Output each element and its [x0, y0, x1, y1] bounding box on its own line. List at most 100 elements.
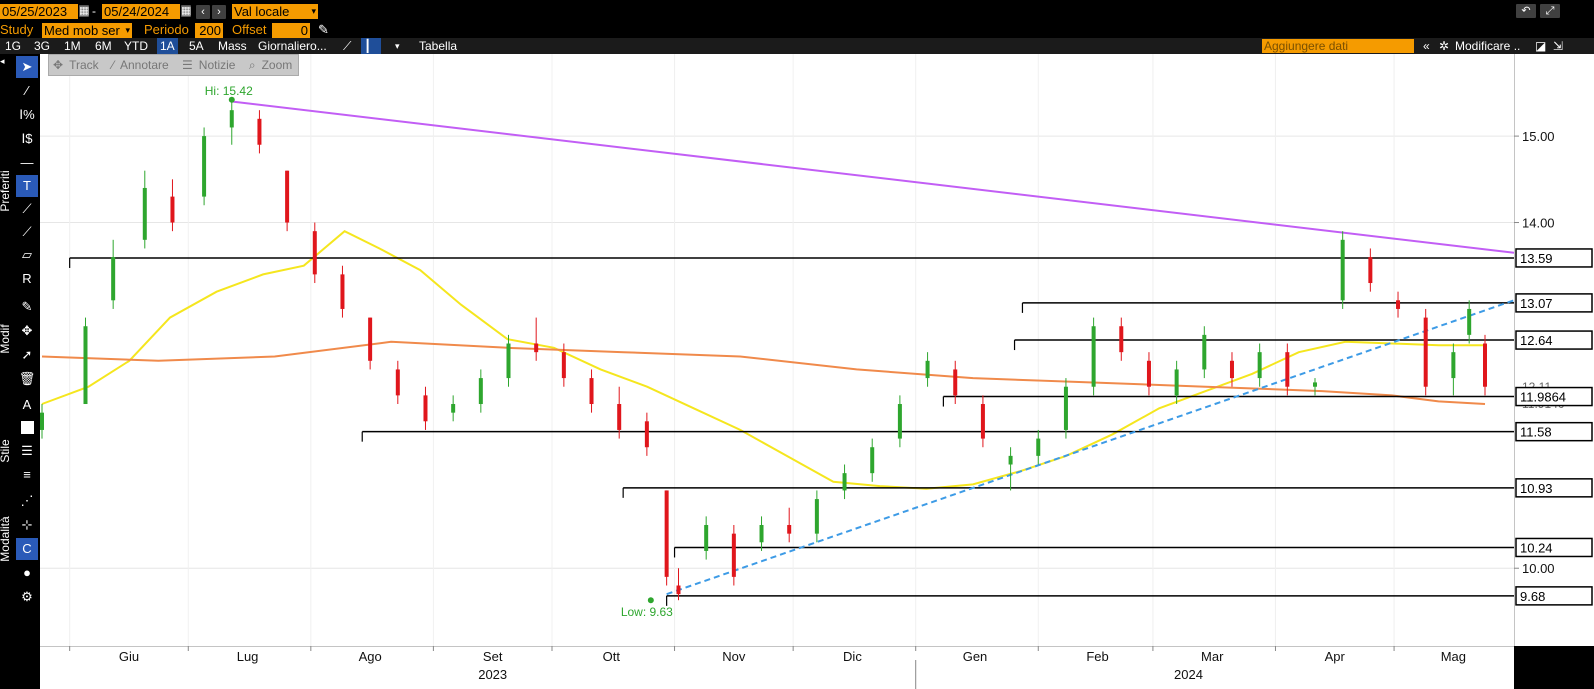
color-swatch-icon[interactable] [16, 416, 38, 438]
candlestick [1368, 248, 1373, 292]
tab-5a[interactable]: 5A [186, 38, 207, 54]
palette-icon[interactable]: ● [16, 562, 38, 584]
settings-gear-icon[interactable]: ⚙ [16, 586, 38, 608]
retracement-icon[interactable]: R [16, 268, 38, 290]
candle-body [478, 378, 483, 405]
candle-body [423, 395, 428, 422]
candlestick [1285, 343, 1290, 396]
channel-icon[interactable]: ▱ [16, 244, 38, 266]
line-chart-icon[interactable]: ⟋ [340, 38, 354, 54]
fullscreen-icon[interactable]: ⤢ [1540, 4, 1560, 18]
track-button[interactable]: Track [69, 55, 105, 75]
snap-icon[interactable]: ⊹ [16, 514, 38, 536]
ray-icon[interactable]: ⟋ [16, 221, 38, 243]
candle-body [40, 412, 44, 430]
dashed-mode-icon[interactable]: ⋰ [16, 490, 38, 512]
candle-body [561, 352, 566, 379]
month-label: Gen [963, 649, 988, 664]
candle-body [676, 585, 681, 595]
add-data-input[interactable]: Aggiungere dati [1262, 39, 1414, 53]
line-width-icon[interactable]: ☰ [16, 440, 38, 462]
text-style-icon[interactable]: A [16, 394, 38, 416]
trendline-icon[interactable]: ⟋ [16, 198, 38, 220]
level-price-label: 13.07 [1520, 296, 1553, 311]
candle-body [1368, 257, 1373, 284]
price-chart: Hi: 15.42 Low: 9.63 [40, 54, 1514, 646]
next-arrow-icon[interactable]: › [212, 5, 226, 19]
end-date-field[interactable]: 05/24/2024 [102, 4, 180, 19]
candlestick [589, 369, 594, 413]
edit-icon[interactable]: ◪ [1532, 38, 1549, 54]
prev-arrow-icon[interactable]: ‹ [196, 5, 210, 19]
offset-input[interactable]: 0 [272, 23, 310, 38]
currency-select[interactable]: Val locale ▾ [232, 4, 318, 19]
y-tick-label: 14.00 [1522, 216, 1555, 231]
cursor-icon[interactable]: ➤ [16, 56, 38, 78]
news-button[interactable]: Notizie [199, 55, 242, 75]
tab-mass[interactable]: Mass [215, 38, 250, 54]
y-axis-labels: 15.0014.0010.0012.1111.914010.93x13.5913… [1514, 54, 1593, 646]
month-label: Feb [1086, 649, 1108, 664]
modify-button[interactable]: Modificare .. [1452, 38, 1523, 54]
y-tick-label: 10.00 [1522, 561, 1555, 576]
annotation-marker [647, 597, 654, 604]
candlestick [285, 170, 290, 232]
draw-line-icon[interactable]: ⁄ [16, 80, 38, 102]
candlestick [83, 317, 88, 405]
trash-icon[interactable]: 🗑 [16, 368, 38, 390]
table-button[interactable]: Tabella [416, 38, 460, 54]
expand-icon[interactable]: ⇲ [1550, 38, 1566, 54]
month-label: Mar [1201, 649, 1224, 664]
undo-icon[interactable]: ↶ [1516, 4, 1536, 18]
candlestick [1008, 447, 1013, 491]
style-label: Stile [0, 439, 12, 463]
level-price-label: 11.58 [1520, 425, 1552, 440]
candle-body [589, 378, 594, 405]
zoom-button[interactable]: Zoom [262, 55, 299, 75]
candlestick [395, 360, 400, 405]
calendar-icon[interactable]: ▦ [79, 5, 89, 17]
candle-body [814, 499, 819, 534]
gear-icon[interactable]: ✲ [1436, 38, 1452, 54]
month-label: Nov [722, 649, 746, 664]
candle-body [202, 136, 207, 197]
frequency-select[interactable]: Giornaliero... [255, 38, 330, 54]
tab-3g[interactable]: 3G [31, 38, 53, 54]
candle-body [980, 404, 985, 439]
tab-1m[interactable]: 1M [61, 38, 84, 54]
line-style-icon[interactable]: ≡ [16, 464, 38, 486]
candle-body [1340, 239, 1345, 301]
magnet-icon[interactable]: C [16, 538, 38, 560]
candlestick-icon[interactable]: ┃ [361, 38, 381, 54]
start-date-field[interactable]: 05/25/2023 [0, 4, 78, 19]
candle-body [142, 187, 147, 240]
candle-body [229, 110, 234, 128]
tab-ytd[interactable]: YTD [121, 38, 151, 54]
tab-1g[interactable]: 1G [2, 38, 24, 54]
pen-icon[interactable]: ✎ [16, 296, 38, 318]
study-select[interactable]: Med mob ser ▾ [42, 23, 132, 38]
pencil-icon[interactable]: ✎ [318, 22, 329, 38]
annotate-button[interactable]: Annotare [120, 55, 175, 75]
chevron-down-icon: ▾ [311, 6, 316, 16]
tab-6m[interactable]: 6M [92, 38, 115, 54]
measure-percent-icon[interactable]: Ⅰ% [16, 104, 38, 126]
candlestick [478, 369, 483, 413]
period-input[interactable]: 200 [195, 23, 223, 38]
tab-1a[interactable]: 1A [157, 38, 178, 54]
level-price-label: 10.24 [1520, 540, 1553, 555]
measure-price-icon[interactable]: Ⅰ$ [16, 128, 38, 150]
study-label: Study [0, 22, 34, 37]
move-icon[interactable]: ✥ [16, 320, 38, 342]
select-icon[interactable]: ➚ [16, 344, 38, 366]
chart-plot-area[interactable]: Hi: 15.42 Low: 9.63 [40, 54, 1514, 646]
candlestick [1313, 378, 1318, 396]
text-tool-icon[interactable]: T [16, 175, 38, 197]
horizontal-line-icon[interactable]: — [16, 152, 38, 174]
calendar-icon[interactable]: ▦ [181, 5, 191, 17]
zoom-icon: ⌕ [248, 58, 256, 72]
chevron-down-icon[interactable]: ▾ [392, 38, 403, 54]
collapse-sidebar-icon[interactable]: ◂ [0, 56, 12, 67]
collapse-icon[interactable]: « [1420, 38, 1433, 54]
candlestick [731, 525, 736, 586]
